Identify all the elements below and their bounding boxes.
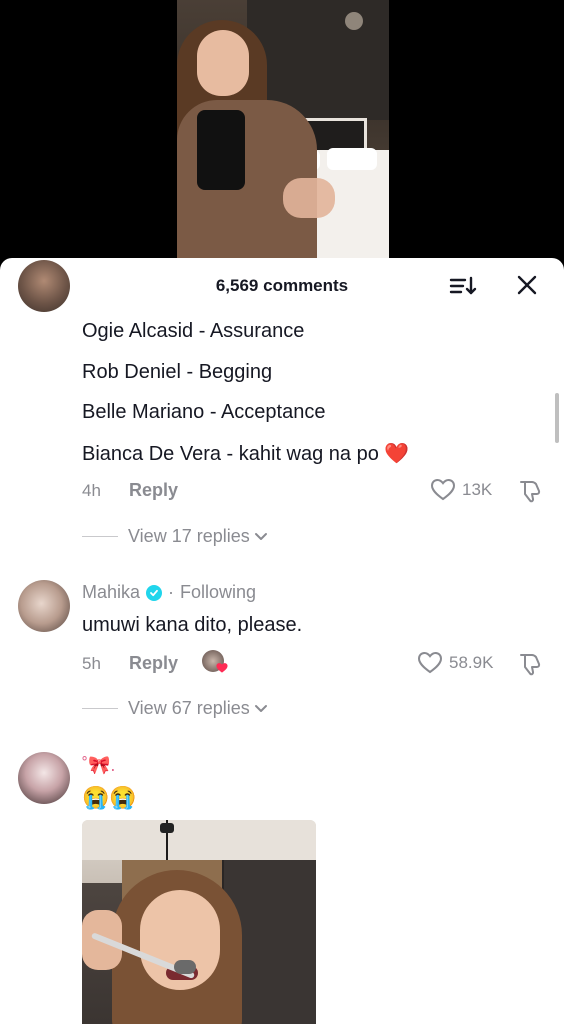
following-label: Following	[180, 582, 257, 602]
reply-button[interactable]: Reply	[129, 653, 178, 674]
username[interactable]: ˚🎀.	[82, 755, 115, 776]
video-person-face	[197, 30, 249, 96]
video-lamp	[345, 12, 363, 30]
heart-icon	[216, 663, 228, 673]
view-replies-label: View 67 replies	[128, 698, 250, 718]
comment-count: 6,569 comments	[215, 276, 349, 295]
avatar[interactable]	[18, 752, 70, 804]
chevron-down-icon	[254, 532, 267, 540]
reply-button[interactable]: Reply	[129, 480, 178, 501]
comment-text-line: Ogie Alcasid - Assurance	[82, 320, 305, 342]
like-button[interactable]: 13K	[430, 478, 492, 502]
photo-brush-tip	[174, 960, 196, 974]
creator-liked-avatar	[202, 650, 228, 676]
username[interactable]: Mahika	[82, 582, 140, 603]
dislike-icon[interactable]	[517, 651, 543, 677]
comment-text-line: Bianca De Vera - kahit wag na po ❤️	[82, 443, 410, 465]
view-replies-button[interactable]: View 17 replies	[82, 526, 269, 547]
comments-header: 6,569 comments	[0, 258, 564, 314]
tiktok-comments-screen: 6,569 comments Ogie Alcasid - Assurance …	[0, 0, 564, 1024]
comment-text: 😭😭	[82, 785, 137, 810]
like-button[interactable]: 58.9K	[417, 651, 493, 675]
view-replies-button[interactable]: View 67 replies	[82, 698, 269, 719]
verified-icon	[146, 584, 163, 601]
video-pillow	[327, 148, 377, 170]
sort-icon[interactable]	[447, 272, 479, 300]
video-player[interactable]	[177, 0, 389, 262]
avatar[interactable]	[18, 580, 70, 632]
heart-icon	[430, 478, 456, 501]
view-replies-label: View 17 replies	[128, 526, 250, 546]
divider	[82, 708, 118, 709]
dislike-icon[interactable]	[517, 478, 543, 504]
photo-lamp	[160, 823, 174, 833]
like-count: 58.9K	[449, 653, 494, 672]
comment-username-row[interactable]: Mahika · Following	[82, 582, 256, 603]
comment-text-line: Rob Deniel - Begging	[82, 361, 273, 383]
photo-ceiling	[82, 820, 316, 860]
video-shirt	[197, 110, 245, 190]
divider	[82, 536, 118, 537]
video-hand	[283, 178, 335, 218]
comment-text-line: Belle Mariano - Acceptance	[82, 401, 326, 423]
chevron-down-icon	[254, 704, 267, 712]
close-icon[interactable]	[512, 272, 542, 300]
comment-time: 5h	[82, 654, 101, 673]
scrollbar[interactable]	[555, 393, 559, 443]
avatar[interactable]	[18, 260, 70, 312]
comments-sheet: 6,569 comments Ogie Alcasid - Assurance …	[0, 258, 564, 1024]
comment-text: umuwi kana dito, please.	[82, 614, 303, 636]
comment-photo[interactable]	[82, 820, 316, 1024]
separator: ·	[168, 582, 175, 602]
comment-time: 4h	[82, 481, 101, 500]
like-count: 13K	[462, 480, 493, 499]
heart-icon	[417, 651, 443, 674]
